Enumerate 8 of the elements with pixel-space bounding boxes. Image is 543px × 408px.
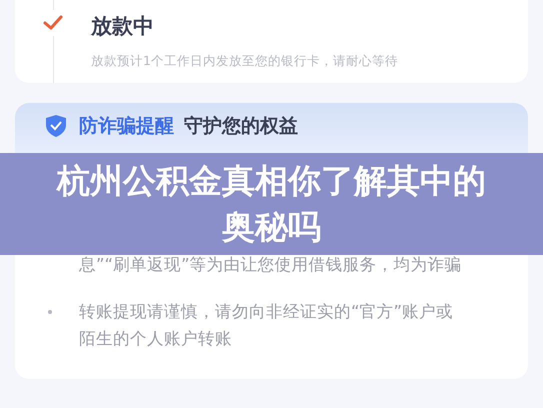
notice-subtitle: 守护您的权益 — [184, 114, 298, 139]
notice-item: 息”“刷单返现”等为由让您使用借钱服务，均为诈骗 — [79, 254, 463, 276]
notice-item: 转账提现请谨慎，请勿向非经证实的“官方”账户或陌生的个人账户转账 — [79, 301, 454, 350]
shield-icon — [45, 114, 67, 138]
step-title: 放款中 — [91, 13, 155, 40]
step-description: 放款预计1个工作日内发放至您的银行卡，请耐心等待 — [91, 53, 398, 70]
notice-title: 防诈骗提醒 — [79, 114, 174, 139]
banner-title: 杭州公积金真相你了解其中的奥秘吗 — [55, 160, 487, 248]
